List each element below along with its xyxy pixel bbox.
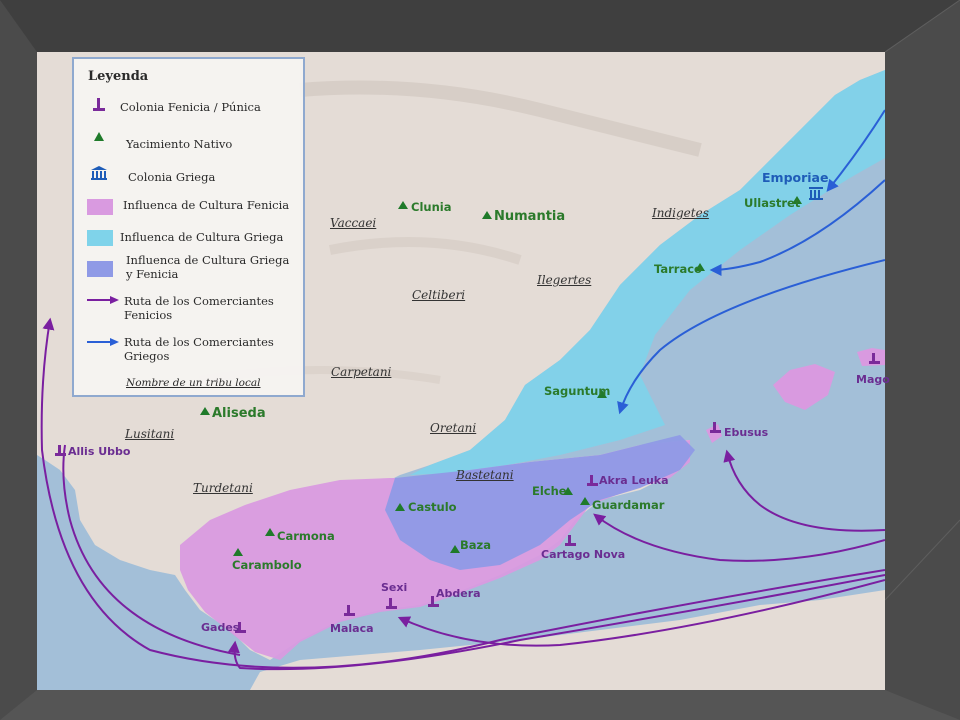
legend-label-greek-route: Ruta de los Comerciantes Griegos — [124, 335, 274, 363]
mixed-influence-swatch — [87, 261, 113, 277]
tribe-carpetani: Carpetani — [331, 365, 392, 379]
label-ullastret: Ullastret — [744, 196, 801, 210]
label-clunia: Clunia — [411, 200, 452, 214]
tribe-indigetes: Indigetes — [652, 206, 709, 220]
label-gades: Gades — [201, 621, 240, 634]
tribe-lusitani: Lusitani — [125, 427, 175, 441]
label-carambolo: Carambolo — [232, 558, 302, 572]
tribe-bastetani: Bastetani — [456, 468, 514, 482]
legend-label-greek-colony: Colonia Griega — [128, 170, 216, 184]
phoenician-colony-icon — [93, 98, 105, 111]
label-mago: Mago — [856, 373, 890, 386]
legend-label-native-site: Yacimiento Nativo — [126, 137, 233, 151]
label-aliseda: Aliseda — [212, 406, 266, 421]
greek-influence-swatch — [87, 230, 113, 246]
greek-route-icon — [87, 338, 119, 346]
label-saguntum: Saguntum — [544, 384, 611, 398]
tribe-oretani: Oretani — [430, 421, 477, 435]
label-castulo: Castulo — [408, 500, 457, 514]
tribe-celtiberi: Celtiberi — [412, 288, 466, 302]
greek-colony-icon — [91, 166, 107, 180]
label-sexi: Sexi — [381, 581, 408, 594]
phoenician-route-icon — [87, 296, 119, 304]
legend-label-mixed-influence: Influenca de Cultura Griega y Fenicia — [126, 253, 290, 281]
phoenician-influence-swatch — [87, 199, 113, 215]
label-allis-ubbo: Allis Ubbo — [68, 445, 131, 458]
legend-label-phoenician-colony: Colonia Fenicia / Púnica — [120, 100, 261, 114]
legend-title: Leyenda — [88, 69, 149, 84]
native-site-icon — [94, 132, 104, 141]
tribe-turdetani: Turdetani — [193, 481, 253, 495]
label-numantia: Numantia — [494, 209, 566, 224]
label-cartago-nova: Cartago Nova — [541, 548, 626, 561]
legend-tribe-note: Nombre de un tribu local — [126, 377, 261, 389]
label-abdera: Abdera — [436, 587, 481, 600]
label-malaca: Malaca — [330, 622, 374, 635]
label-emporiae: Emporiae — [762, 170, 829, 185]
label-carmona: Carmona — [277, 529, 335, 543]
legend-label-phoenician-influence: Influenca de Cultura Fenicia — [123, 198, 290, 212]
label-elche: Elche — [532, 484, 567, 498]
label-ebusus: Ebusus — [724, 426, 769, 439]
map-legend: Leyenda Colonia Fenicia / Púnica Yacimie… — [72, 57, 305, 397]
label-akra-leuka: Akra Leuka — [599, 474, 669, 487]
tribe-vaccaei: Vaccaei — [330, 216, 377, 230]
label-tarraco: Tarraco — [654, 262, 702, 276]
label-guardamar: Guardamar — [592, 498, 665, 512]
tribe-ilegertes: Ilegertes — [537, 273, 592, 287]
label-baza: Baza — [460, 538, 491, 552]
legend-label-greek-influence: Influenca de Cultura Griega — [120, 230, 284, 244]
legend-label-phoenician-route: Ruta de los Comerciantes Fenicios — [124, 294, 274, 322]
